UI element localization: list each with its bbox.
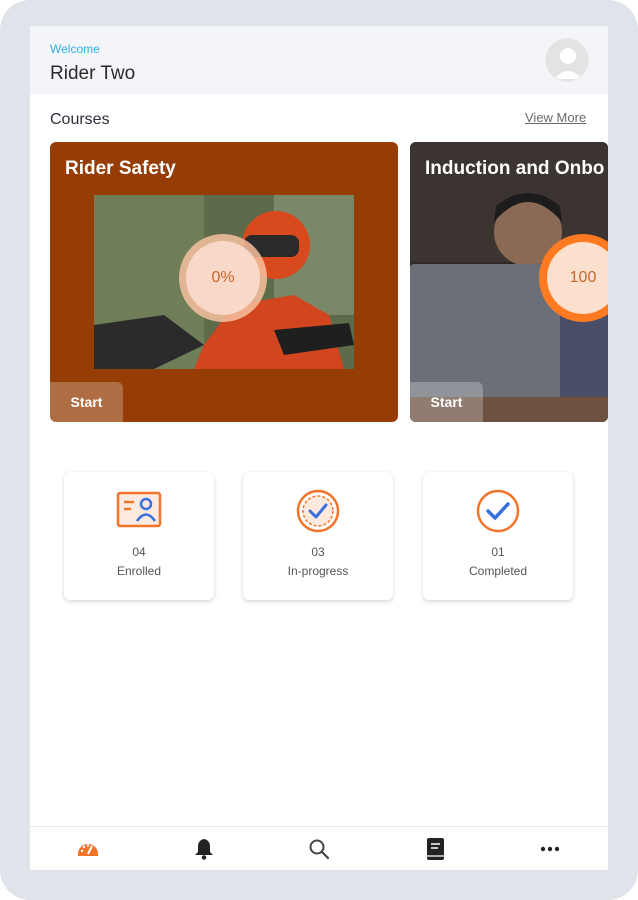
stat-card-in-progress[interactable]: 03 In-progress	[243, 472, 393, 600]
in-progress-check-icon	[295, 488, 341, 534]
bottom-nav	[30, 826, 608, 870]
bell-icon[interactable]	[192, 837, 216, 861]
stat-label: In-progress	[287, 564, 349, 578]
more-icon[interactable]	[538, 837, 562, 861]
completed-check-icon	[475, 488, 521, 534]
start-button[interactable]: Start	[50, 382, 123, 422]
view-more-link[interactable]: View More	[525, 110, 586, 125]
start-button[interactable]: Start	[410, 382, 483, 422]
course-card-rider-safety[interactable]: Rider Safety 0% Start	[50, 142, 398, 422]
stat-label: Completed	[468, 564, 528, 578]
stat-value: 01	[491, 545, 505, 559]
user-avatar-icon	[554, 48, 582, 79]
book-icon[interactable]	[423, 837, 447, 861]
app-screen: Welcome Rider Two Courses View More Ride…	[30, 26, 608, 870]
course-card-induction[interactable]: Induction and Onbo 100 Start	[410, 142, 608, 422]
device-frame: Welcome Rider Two Courses View More Ride…	[0, 0, 638, 900]
stat-card-completed[interactable]: 01 Completed	[423, 472, 573, 600]
stat-label: Enrolled	[116, 564, 162, 578]
avatar[interactable]	[545, 38, 589, 82]
search-icon[interactable]	[307, 837, 331, 861]
username: Rider Two	[50, 63, 136, 84]
progress-text: 0%	[186, 241, 260, 315]
header: Welcome Rider Two	[30, 26, 608, 94]
progress-ring: 0%	[179, 234, 267, 322]
course-title: Rider Safety	[65, 158, 176, 179]
welcome-label: Welcome	[50, 42, 100, 56]
course-title: Induction and Onbo	[425, 158, 605, 179]
stat-card-enrolled[interactable]: 04 Enrolled	[64, 472, 214, 600]
progress-text: 100	[547, 242, 608, 314]
courses-title: Courses	[50, 111, 110, 128]
stat-value: 03	[311, 545, 325, 559]
dashboard-icon[interactable]	[76, 837, 100, 861]
enrolled-card-icon	[116, 488, 162, 534]
stat-value: 04	[132, 545, 146, 559]
